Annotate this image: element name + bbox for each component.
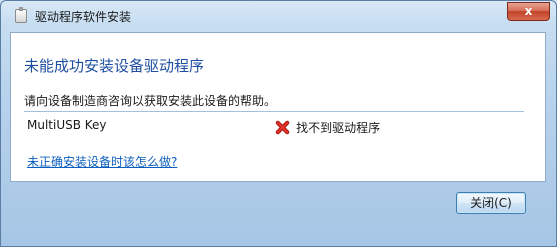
- content-panel: 未能成功安装设备驱动程序 请向设备制造商咨询以获取安装此设备的帮助。 Multi…: [10, 32, 546, 182]
- usb-device-icon: [15, 7, 27, 23]
- page-title: 未能成功安装设备驱动程序: [24, 57, 205, 75]
- device-status: 找不到驱动程序: [275, 117, 381, 135]
- device-status-text: 找不到驱动程序: [296, 121, 381, 135]
- window-close-button[interactable]: x: [507, 2, 550, 21]
- close-icon: x: [524, 4, 533, 18]
- troubleshoot-link[interactable]: 未正确安装设备时该怎么做?: [27, 153, 177, 170]
- help-instructions: 请向设备制造商咨询以获取安装此设备的帮助。: [24, 94, 277, 108]
- device-name: MultiUSB Key: [27, 118, 107, 132]
- close-button[interactable]: 关闭(C): [456, 192, 526, 214]
- divider: [24, 111, 524, 112]
- dialog-window: 驱动程序软件安装 x 未能成功安装设备驱动程序 请向设备制造商咨询以获取安装此设…: [0, 0, 557, 247]
- window-title: 驱动程序软件安装: [35, 10, 132, 24]
- red-x-icon: [275, 120, 290, 135]
- title-bar[interactable]: 驱动程序软件安装 x: [1, 1, 556, 31]
